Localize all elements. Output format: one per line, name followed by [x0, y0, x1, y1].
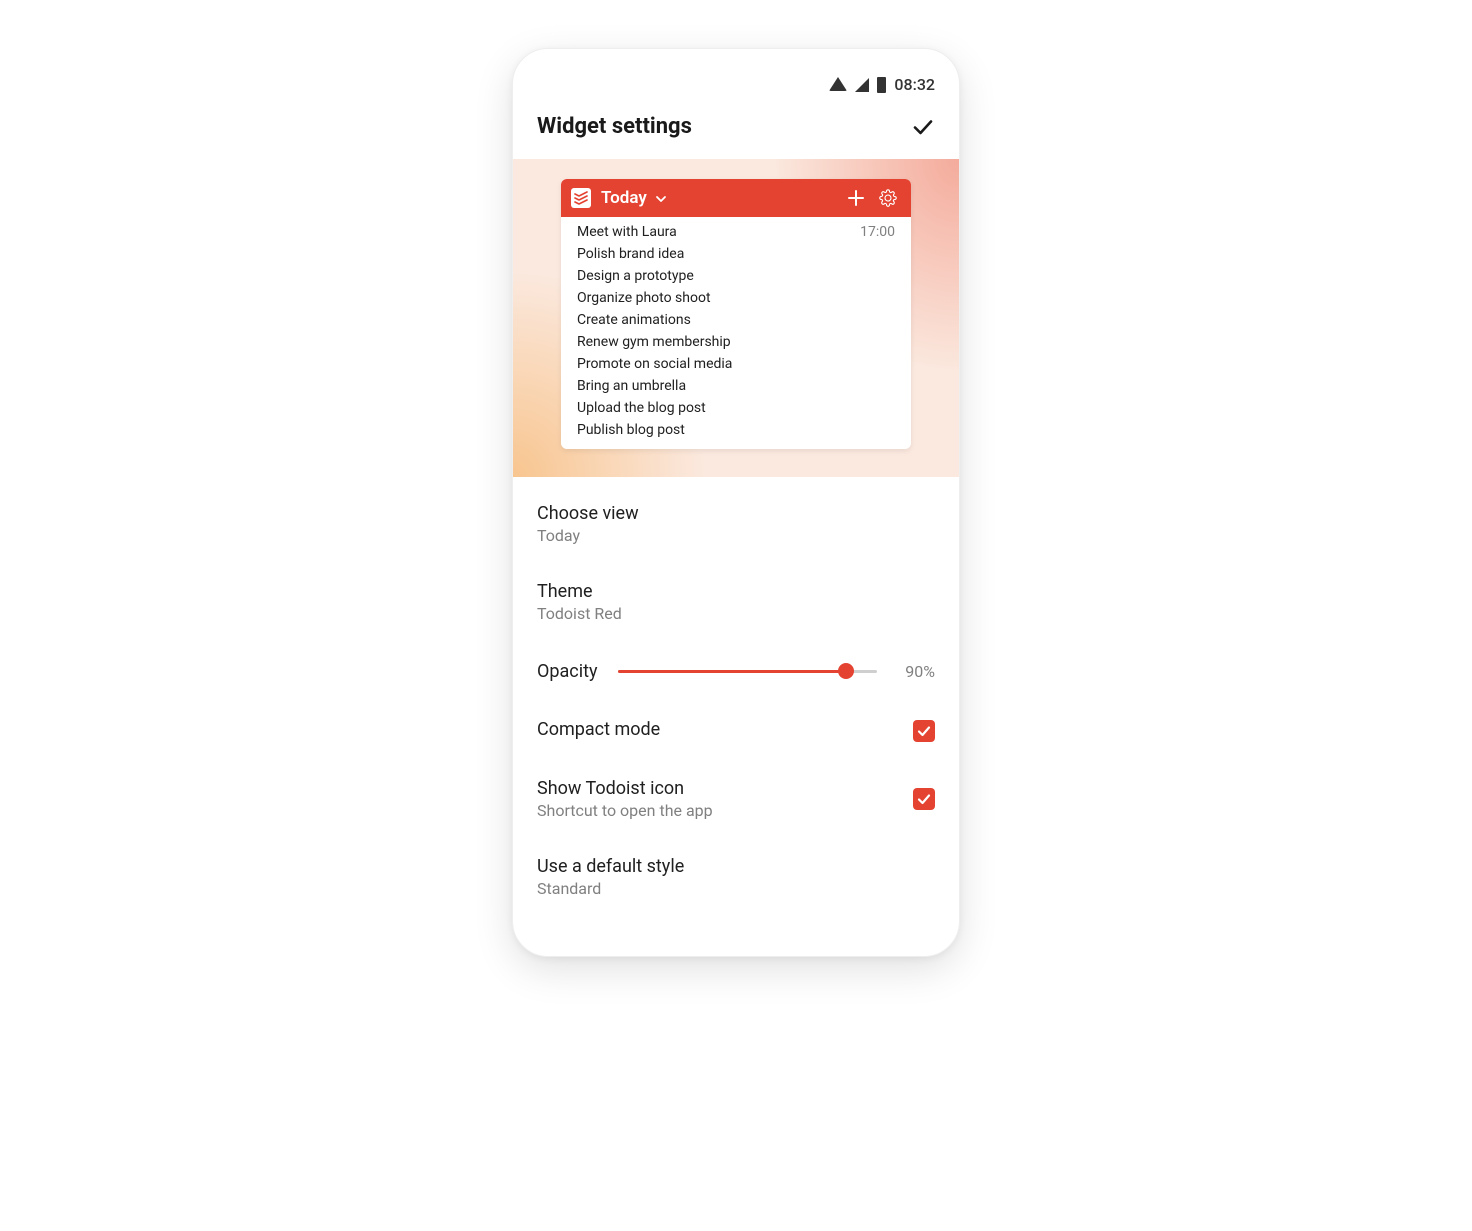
task-title: Meet with Laura [577, 224, 677, 240]
slider-fill [618, 670, 846, 673]
task-title: Upload the blog post [577, 400, 706, 416]
setting-value: Todoist Red [537, 604, 935, 623]
opacity-slider[interactable] [618, 659, 878, 683]
task-title: Organize photo shoot [577, 290, 711, 306]
setting-label: Choose view [537, 503, 935, 524]
chevron-down-icon [655, 190, 667, 209]
task-row[interactable]: Meet with Laura 17:00 [561, 221, 911, 243]
setting-value: Today [537, 526, 935, 545]
setting-label: Theme [537, 581, 935, 602]
task-title: Promote on social media [577, 356, 732, 372]
task-row[interactable]: Create animations [561, 309, 911, 331]
check-icon [917, 792, 931, 806]
plus-icon [847, 189, 865, 207]
setting-label: Show Todoist icon [537, 778, 913, 799]
default-style-setting[interactable]: Use a default style Standard [513, 838, 959, 916]
task-row[interactable]: Bring an umbrella [561, 375, 911, 397]
battery-icon [877, 77, 886, 93]
task-title: Create animations [577, 312, 691, 328]
task-title: Polish brand idea [577, 246, 684, 262]
task-row[interactable]: Renew gym membership [561, 331, 911, 353]
wifi-icon [829, 77, 847, 91]
check-icon [911, 115, 935, 139]
task-row[interactable]: Upload the blog post [561, 397, 911, 419]
widget-preview-area: Today Meet with Laura 17:00 [513, 159, 959, 477]
phone-frame: 08:32 Widget settings Today [512, 48, 960, 957]
task-title: Renew gym membership [577, 334, 731, 350]
confirm-button[interactable] [911, 115, 935, 139]
settings-list: Choose view Today Theme Todoist Red Opac… [513, 477, 959, 956]
check-icon [917, 724, 931, 738]
task-row[interactable]: Polish brand idea [561, 243, 911, 265]
show-icon-setting[interactable]: Show Todoist icon Shortcut to open the a… [513, 760, 959, 838]
task-row[interactable]: Publish blog post [561, 419, 911, 441]
screen-header: Widget settings [513, 98, 959, 159]
status-bar: 08:32 [513, 69, 959, 98]
task-row[interactable]: Organize photo shoot [561, 287, 911, 309]
compact-mode-setting[interactable]: Compact mode [513, 701, 959, 760]
gear-icon [879, 189, 897, 207]
task-row[interactable]: Design a prototype [561, 265, 911, 287]
widget-header: Today [561, 179, 911, 217]
opacity-setting: Opacity 90% [513, 641, 959, 701]
show-icon-checkbox[interactable] [913, 788, 935, 810]
task-title: Publish blog post [577, 422, 685, 438]
status-time: 08:32 [894, 75, 935, 94]
setting-sublabel: Shortcut to open the app [537, 801, 913, 820]
widget-preview: Today Meet with Laura 17:00 [561, 179, 911, 449]
add-task-button[interactable] [845, 187, 867, 209]
widget-settings-button[interactable] [877, 187, 899, 209]
choose-view-setting[interactable]: Choose view Today [513, 485, 959, 563]
task-title: Design a prototype [577, 268, 694, 284]
widget-task-list: Meet with Laura 17:00 Polish brand idea D… [561, 217, 911, 449]
theme-setting[interactable]: Theme Todoist Red [513, 563, 959, 641]
task-row[interactable]: Promote on social media [561, 353, 911, 375]
page-title: Widget settings [537, 114, 692, 139]
compact-mode-checkbox[interactable] [913, 720, 935, 742]
slider-thumb[interactable] [838, 663, 854, 679]
setting-label: Use a default style [537, 856, 935, 877]
task-title: Bring an umbrella [577, 378, 686, 394]
signal-icon [855, 78, 869, 92]
setting-label: Compact mode [537, 719, 913, 740]
widget-view-selector[interactable]: Today [601, 188, 647, 208]
todoist-logo-icon [571, 188, 591, 208]
setting-value: Standard [537, 879, 935, 898]
task-time: 17:00 [860, 224, 895, 240]
opacity-value: 90% [897, 662, 935, 681]
setting-label: Opacity [537, 661, 598, 682]
